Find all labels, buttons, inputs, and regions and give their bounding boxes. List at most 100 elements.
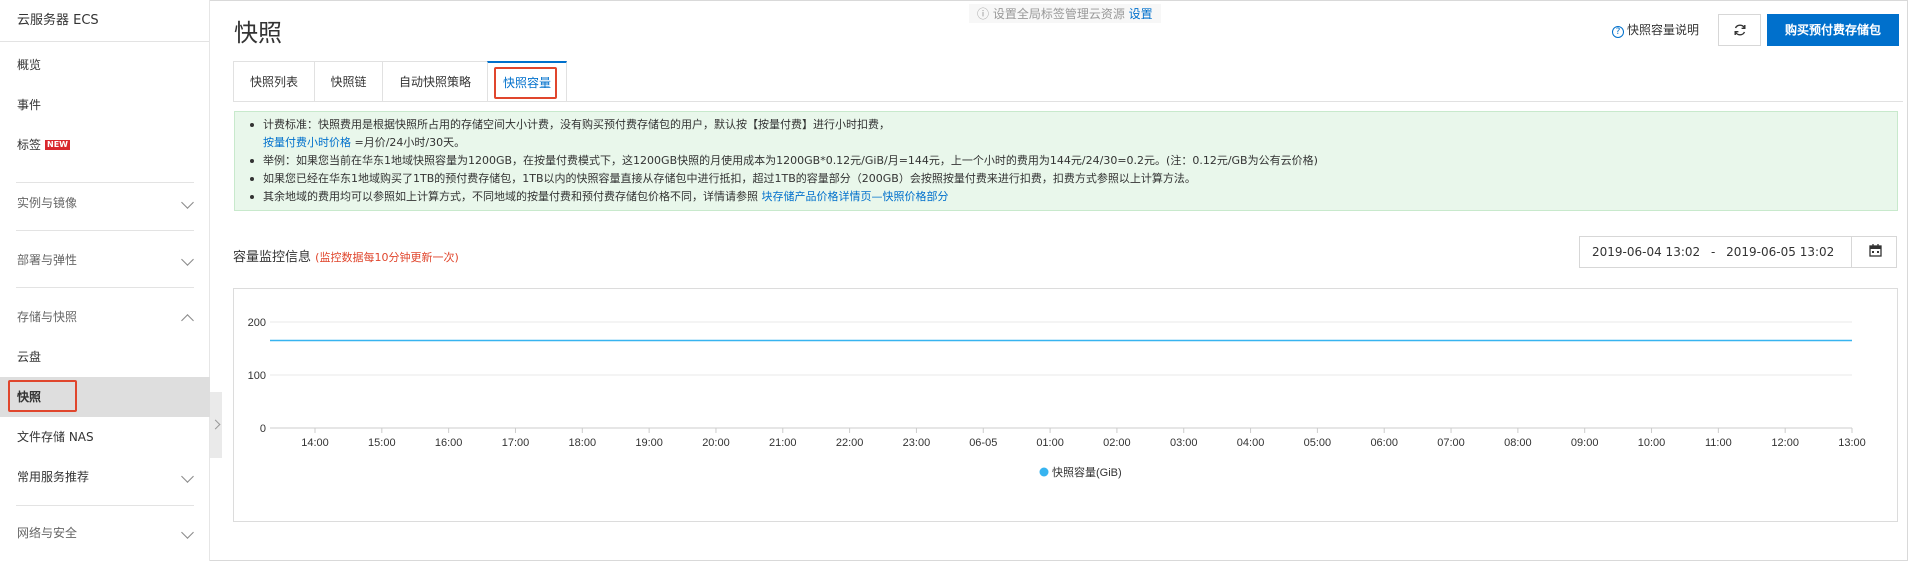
refresh-icon [1734, 24, 1745, 36]
sidebar-item-tags[interactable]: 标签 NEW [0, 125, 210, 165]
chevron-down-icon [181, 526, 194, 539]
tab-snapshot-list[interactable]: 快照列表 [233, 61, 315, 102]
sidebar-item-label: 标签 [17, 138, 42, 152]
date-separator: - [1710, 245, 1716, 259]
x-tick-label: 16:00 [435, 437, 463, 449]
notice-text: 其余地域的费用均可以参照如上计算方式，不同地域的按量付费和预付费存储包价格不同，… [263, 190, 762, 203]
notice-item: 计费标准：快照费用是根据快照所占用的存储空间大小计费，没有购买预付费存储包的用户… [250, 116, 1897, 134]
x-tick-label: 01:00 [1036, 437, 1064, 449]
sidebar-item-label: 文件存储 NAS [17, 430, 94, 444]
tag-settings-link[interactable]: 设置 [1129, 7, 1153, 21]
y-tick-label: 200 [248, 317, 266, 329]
sidebar-group-network-security[interactable]: 网络与安全 [0, 513, 210, 553]
notice-text: 举例：如果您当前在华东1地域快照容量为1200GB，在按量付费模式下，这1200… [263, 154, 1318, 167]
sidebar-group-label: 部署与弹性 [17, 253, 78, 267]
calendar-button[interactable] [1851, 236, 1897, 268]
buy-storage-package-button[interactable]: 购买预付费存储包 [1767, 14, 1899, 46]
highlight-box-sidebar [8, 380, 77, 412]
date-start: 2019-06-04 13:02 [1592, 245, 1701, 259]
x-tick-label: 02:00 [1103, 437, 1131, 449]
tag-tip-text: 设置全局标签管理云资源 [992, 7, 1125, 21]
refresh-button[interactable] [1718, 14, 1761, 46]
x-tick-label: 03:00 [1170, 437, 1198, 449]
sidebar-group-label: 实例与镜像 [17, 196, 78, 210]
notice-item: 如果您已经在华东1地域购买了1TB的预付费存储包，1TB以内的快照容量直接从存储… [250, 170, 1897, 188]
tabs-divider [233, 101, 1903, 102]
x-tick-label: 14:00 [301, 437, 329, 449]
sidebar-collapse-handle[interactable] [210, 392, 222, 458]
sidebar-item-cloud-disk[interactable]: 云盘 [0, 337, 210, 377]
y-tick-label: 0 [260, 423, 266, 435]
sidebar-item-label: 概览 [17, 58, 42, 72]
x-tick-label: 10:00 [1638, 437, 1666, 449]
hourly-price-link[interactable]: 按量付费小时价格 [263, 136, 351, 149]
monitor-title: 容量监控信息 [233, 250, 312, 265]
legend-marker [1039, 467, 1049, 477]
y-tick-label: 100 [248, 370, 266, 382]
page-title: 快照 [234, 19, 282, 47]
x-tick-label: 06:00 [1370, 437, 1398, 449]
chevron-right-icon [210, 419, 221, 430]
x-tick-label: 07:00 [1437, 437, 1465, 449]
billing-notice: 计费标准：快照费用是根据快照所占用的存储空间大小计费，没有购买预付费存储包的用户… [234, 111, 1898, 211]
date-end: 2019-06-05 13:02 [1726, 245, 1835, 259]
highlight-box-tab [494, 67, 557, 99]
sidebar-group-storage-snapshots[interactable]: 存储与快照 [0, 297, 210, 337]
question-icon: ? [1612, 26, 1624, 38]
x-tick-label: 20:00 [702, 437, 730, 449]
sidebar-divider [16, 287, 194, 288]
info-icon: ⓘ [977, 7, 993, 21]
x-tick-label: 05:00 [1304, 437, 1332, 449]
new-badge: NEW [45, 140, 70, 150]
notice-item: 其余地域的费用均可以参照如上计算方式，不同地域的按量付费和预付费存储包价格不同，… [250, 188, 1897, 206]
x-tick-label: 15:00 [368, 437, 396, 449]
x-tick-label: 09:00 [1571, 437, 1599, 449]
x-tick-label: 13:00 [1838, 437, 1866, 449]
x-tick-label: 06-05 [969, 437, 997, 449]
notice-item: 举例：如果您当前在华东1地域快照容量为1200GB，在按量付费模式下，这1200… [250, 152, 1897, 170]
chevron-down-icon [181, 470, 194, 483]
notice-item: 按量付费小时价格 =月价/24小时/30天。 [263, 134, 1897, 152]
x-tick-label: 19:00 [635, 437, 663, 449]
capacity-help-link[interactable]: ? 快照容量说明 [1612, 21, 1699, 38]
capacity-chart-svg: 0 100 200 14:00 15:00 16:00 17:00 18:00 19:00 20:… [248, 317, 1866, 479]
sidebar-group-label: 网络与安全 [17, 526, 78, 540]
sidebar-divider [16, 230, 194, 231]
chevron-up-icon [181, 314, 194, 327]
notice-text: 计费标准：快照费用是根据快照所占用的存储空间大小计费，没有购买预付费存储包的用户… [263, 118, 890, 131]
x-tick-label: 17:00 [502, 437, 530, 449]
sidebar-group-recommended-services[interactable]: 常用服务推荐 [0, 457, 210, 497]
help-label: 快照容量说明 [1627, 23, 1700, 37]
sidebar-group-deployment-elasticity[interactable]: 部署与弹性 [0, 240, 210, 280]
chevron-down-icon [181, 196, 194, 209]
tab-auto-snapshot-policy[interactable]: 自动快照策略 [382, 61, 488, 102]
x-tick-label: 22:00 [836, 437, 864, 449]
sidebar-group-instances-images[interactable]: 实例与镜像 [0, 183, 210, 223]
monitor-update-note: (监控数据每10分钟更新一次) [315, 251, 459, 264]
main-content: 快照 ⓘ 设置全局标签管理云资源 设置 ? 快照容量说明 购买预付费存储包 快照列… [231, 0, 1903, 561]
x-tick-label: 12:00 [1771, 437, 1799, 449]
sidebar-title: 云服务器 ECS [0, 0, 209, 42]
x-tick-label: 08:00 [1504, 437, 1532, 449]
x-tick-label: 23:00 [903, 437, 931, 449]
x-tick-label: 21:00 [769, 437, 797, 449]
chevron-down-icon [181, 253, 194, 266]
sidebar-divider [16, 505, 194, 506]
monitor-section-title: 容量监控信息 (监控数据每10分钟更新一次) [233, 246, 459, 265]
sidebar-item-nas[interactable]: 文件存储 NAS [0, 417, 210, 457]
sidebar-item-label: 事件 [17, 98, 42, 112]
x-tick-label: 04:00 [1237, 437, 1265, 449]
x-tick-label: 11:00 [1705, 437, 1732, 449]
legend-label: 快照容量(GiB) [1052, 465, 1122, 479]
tab-snapshot-chain[interactable]: 快照链 [314, 61, 383, 102]
x-tick-label: 18:00 [569, 437, 597, 449]
date-range-picker[interactable]: 2019-06-04 13:02-2019-06-05 13:02 [1579, 236, 1852, 268]
notice-text: =月价/24小时/30天。 [351, 136, 466, 149]
price-details-link[interactable]: 块存储产品价格详情页—快照价格部分 [762, 190, 949, 203]
sidebar: 云服务器 ECS 概览 事件 标签 NEW 实例与镜像 部署与弹性 存储与快照 云… [0, 0, 210, 561]
calendar-icon [1869, 244, 1882, 257]
sidebar-group-label: 存储与快照 [17, 310, 78, 324]
sidebar-item-events[interactable]: 事件 [0, 85, 210, 125]
tag-tip: ⓘ 设置全局标签管理云资源 设置 [969, 4, 1161, 23]
sidebar-item-overview[interactable]: 概览 [0, 45, 210, 85]
